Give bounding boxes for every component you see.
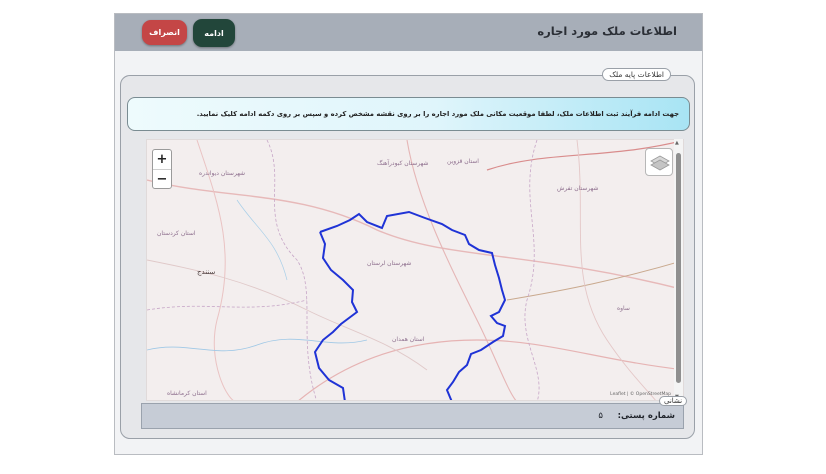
- map-label-hamadan: استان همدان: [392, 336, 425, 343]
- page-title: اطلاعات ملک مورد اجاره: [537, 24, 677, 38]
- section-legend: اطلاعات پایه ملک: [602, 68, 671, 81]
- header-bar: اطلاعات ملک مورد اجاره ادامه انصراف: [115, 14, 702, 51]
- map-label-tafresh: شهرستان تفرش: [557, 185, 599, 192]
- map-label-lorestan: شهرستان لرستان: [367, 260, 412, 267]
- postal-code-value: ۵: [598, 411, 603, 421]
- layers-button[interactable]: [645, 148, 673, 176]
- map-label-kurdistan: استان کردستان: [157, 230, 196, 237]
- zoom-out-button[interactable]: −: [153, 169, 171, 188]
- map-label-kabudarahang: شهرستان کبودرآهنگ: [377, 160, 429, 167]
- province-boundary: [319, 210, 507, 400]
- map-label-saveh: ساوه: [617, 305, 630, 312]
- layers-icon: [650, 155, 670, 171]
- postal-code-bar: شماره پستی: ۵: [141, 403, 684, 429]
- instruction-box: جهت ادامه فرآیند ثبت اطلاعات ملک، لطفا م…: [127, 97, 690, 131]
- location-map[interactable]: استان قزوین شهرستان تفرش ساوه شهرستان دی…: [146, 139, 684, 401]
- map-scrollbar[interactable]: ▲ ▼: [674, 139, 683, 401]
- property-info-section: اطلاعات پایه ملک جهت ادامه فرآیند ثبت اط…: [120, 68, 695, 439]
- address-legend: نشانی: [659, 396, 688, 406]
- map-label-sanandaj: سنندج: [197, 268, 216, 276]
- zoom-control: + −: [152, 149, 172, 189]
- scroll-up-icon[interactable]: ▲: [675, 140, 679, 146]
- map-label-kermanshah: استان کرمانشاه: [167, 390, 207, 397]
- map-canvas: [147, 140, 683, 400]
- cancel-button[interactable]: انصراف: [142, 20, 187, 45]
- continue-button[interactable]: ادامه: [193, 19, 235, 47]
- instruction-text: جهت ادامه فرآیند ثبت اطلاعات ملک، لطفا م…: [196, 110, 679, 118]
- map-label-divandarreh: شهرستان دیواندره: [199, 170, 246, 177]
- scroll-thumb[interactable]: [676, 153, 681, 383]
- map-label-qazvin: استان قزوین: [447, 158, 479, 165]
- postal-code-label: شماره پستی:: [617, 411, 675, 421]
- app-window: اطلاعات ملک مورد اجاره ادامه انصراف اطلا…: [114, 13, 703, 455]
- zoom-in-button[interactable]: +: [153, 150, 171, 169]
